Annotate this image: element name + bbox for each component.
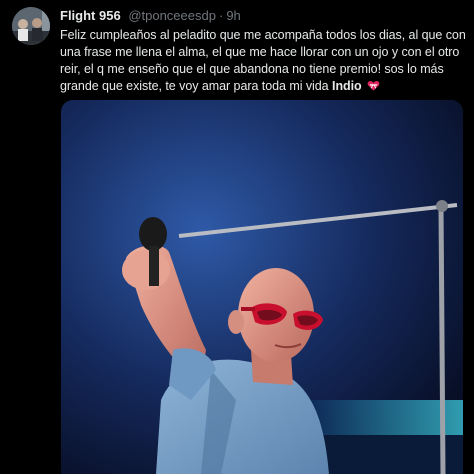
separator-dot: ·	[218, 8, 224, 23]
user-handle[interactable]: @tponceeesdp	[128, 8, 216, 23]
tweet[interactable]: Flight 956 @tponceeesdp · 9h Feliz cumplea…	[0, 0, 474, 474]
concert-photo	[61, 100, 463, 474]
tweet-text-bold: Indio	[332, 79, 362, 93]
tweet-text-main: Feliz cumpleaños al peladito que me acom…	[60, 28, 466, 93]
tweet-media-photo[interactable]	[61, 100, 463, 474]
avatar[interactable]	[12, 7, 50, 45]
timestamp[interactable]: 9h	[226, 8, 240, 23]
heart-with-ribbon-icon	[367, 79, 380, 97]
display-name[interactable]: Flight 956	[60, 8, 121, 23]
tweet-header: Flight 956 @tponceeesdp · 9h	[60, 8, 464, 24]
tweet-text: Feliz cumpleaños al peladito que me acom…	[60, 27, 468, 97]
